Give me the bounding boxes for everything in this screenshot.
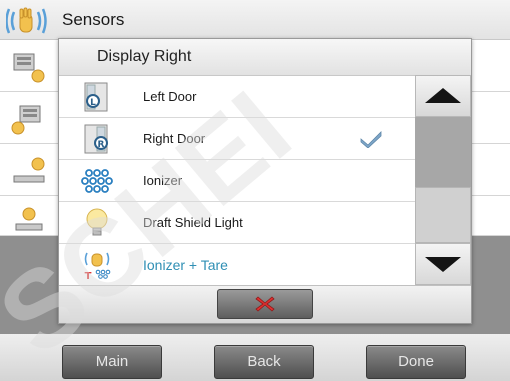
sensor-platform-icon [10,200,48,240]
svg-text:R: R [98,140,105,150]
light-bulb-icon [81,207,113,239]
done-button[interactable]: Done [366,345,466,379]
item-label: Ionizer [143,173,183,188]
item-label: Ionizer + Tare [143,257,228,273]
list-item-left-door[interactable]: L Left Door [59,76,415,118]
item-label: Draft Shield Light [143,215,243,230]
item-label: Right Door [143,131,206,146]
close-icon [255,295,275,313]
display-right-dialog: Display Right L Left Door R Right Door I… [58,38,472,324]
item-label: Left Door [143,89,197,104]
sensor-platform-icon [10,150,48,190]
svg-text:T: T [85,271,92,281]
dialog-title: Display Right [97,48,192,65]
list-item-right-door[interactable]: R Right Door [59,118,415,160]
ionizer-tare-icon: T [81,249,113,282]
option-list: L Left Door R Right Door Ionizer Draft S… [59,75,415,286]
list-item-ionizer-tare[interactable]: T Ionizer + Tare [59,244,415,286]
list-item-ionizer[interactable]: Ionizer [59,160,415,202]
arrow-down-icon [425,257,461,272]
scrollbar-thumb[interactable] [415,187,471,243]
main-button[interactable]: Main [62,345,162,379]
back-button[interactable]: Back [214,345,314,379]
scroll-down-button[interactable] [415,243,471,285]
sensor-display-icon [10,100,48,140]
screen-title: Sensors [62,10,125,29]
dialog-header: Display Right [59,39,471,75]
arrow-up-icon [425,88,461,103]
ionizer-icon [81,165,113,197]
sensor-hand-icon [5,6,56,36]
svg-text:L: L [90,98,96,108]
cancel-button[interactable] [217,289,313,319]
left-door-icon: L [81,81,113,113]
checkmark-icon [359,130,383,149]
scroll-up-button[interactable] [415,75,471,117]
list-item-draft-shield-light[interactable]: Draft Shield Light [59,202,415,244]
sensor-display-icon [10,48,48,88]
right-door-icon: R [81,123,113,155]
